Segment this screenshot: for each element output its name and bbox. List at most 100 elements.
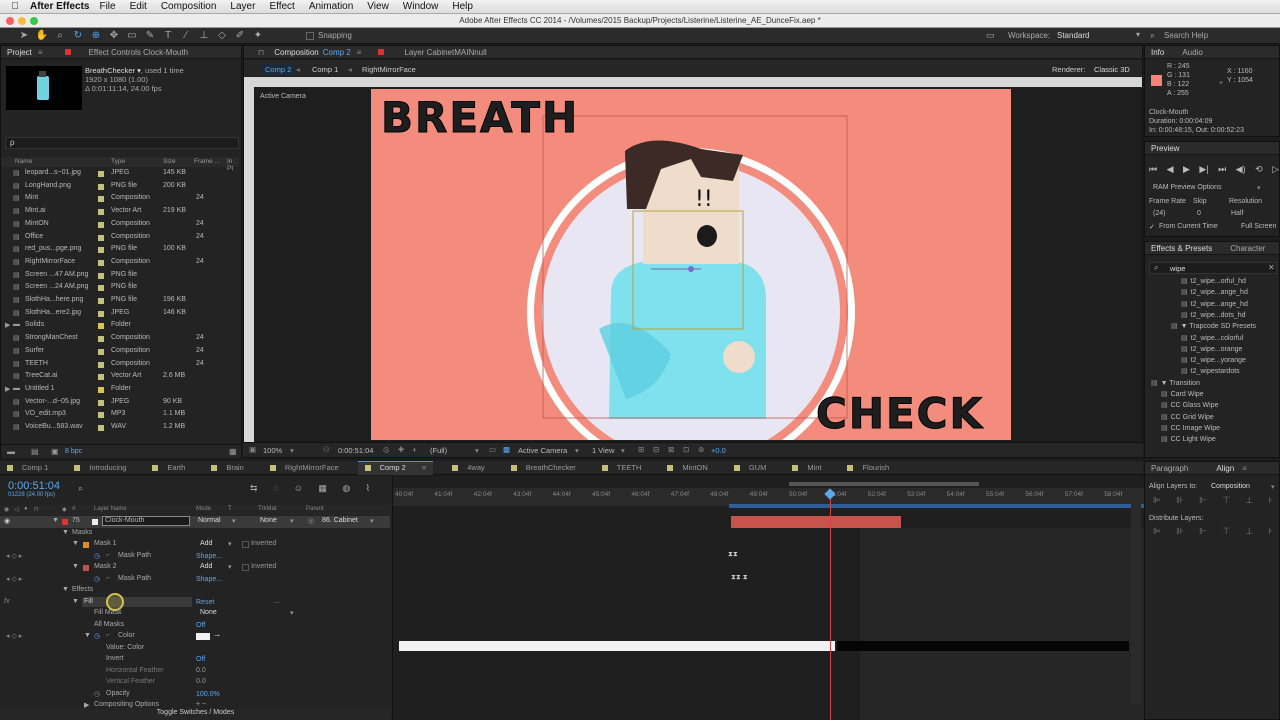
project-item-name[interactable]: BreathChecker ▾ — [85, 66, 141, 75]
label-color[interactable] — [98, 298, 104, 304]
comp-tab[interactable]: Earth — [145, 461, 192, 475]
disclosure-triangle-icon[interactable]: ▶ — [5, 385, 10, 393]
breadcrumb-comp-2[interactable]: Comp 2 — [262, 64, 295, 75]
menu-window[interactable]: Window — [403, 1, 439, 12]
column-size[interactable]: Size — [163, 158, 176, 165]
label-color[interactable] — [98, 399, 104, 406]
puppet-pin-tool-icon[interactable]: ✦ — [250, 29, 266, 43]
work-area-bar[interactable] — [789, 482, 979, 486]
label-color[interactable] — [98, 247, 104, 254]
effects-list-item[interactable]: ▤ ▼ Trapcode SD Presets — [1171, 322, 1256, 330]
comp-tab[interactable]: 4way — [445, 461, 492, 475]
v-feather-value[interactable]: 0.0 — [196, 678, 206, 685]
column-type[interactable]: Type — [111, 158, 125, 165]
comp-tab[interactable]: Comp 2 ≡ — [357, 460, 434, 475]
menu-edit[interactable]: Edit — [130, 1, 147, 12]
comp-tab[interactable]: Brain — [204, 461, 251, 475]
timeline-track-area[interactable]: 40:04f 41:04f 42:04f 43:04f 44:04f 45:04f 46:0… — [392, 476, 1144, 720]
snapping-checkbox[interactable] — [306, 31, 314, 40]
layer-parent-select[interactable]: 86. Cabinet — [322, 517, 358, 524]
shy-icon[interactable]: ☺ — [294, 483, 303, 494]
mask2-inverted-checkbox[interactable] — [242, 564, 249, 571]
project-item-row[interactable]: ▤ RightMirrorFace Composition 24 — [1, 257, 237, 270]
zoom-tool-icon[interactable]: ⌕ — [52, 29, 68, 43]
fill-effect-name[interactable]: Fill — [84, 598, 93, 605]
label-color[interactable] — [98, 425, 104, 431]
next-frame-icon[interactable]: ▶| — [1199, 164, 1208, 175]
project-item-row[interactable]: ▶ ▬ Untitled 1 Folder — [1, 384, 237, 397]
tab-composition-name[interactable]: Comp 2 — [323, 48, 351, 57]
comp-tab[interactable]: Comp 1 — [0, 461, 55, 475]
panel-menu-icon[interactable]: ≡ — [38, 48, 43, 57]
align-vcenter-icon[interactable]: ⊥ — [1245, 495, 1253, 506]
brush-tool-icon[interactable]: ⁄ — [178, 29, 194, 43]
type-tool-icon[interactable]: T — [160, 29, 176, 43]
layer-trkmat-select[interactable]: None — [260, 517, 277, 524]
workspace-icon[interactable]: ▭ — [986, 30, 995, 41]
resolution-select[interactable]: Half — [1231, 210, 1243, 217]
label-color[interactable] — [98, 272, 104, 279]
zoom-window-button[interactable] — [30, 17, 38, 25]
layer-row[interactable]: ◉ ▼ 75 Clock-Mouth Normal ▾ None ▾ ◎ 86.… — [0, 516, 390, 528]
minimize-window-button[interactable] — [18, 17, 26, 25]
ram-preview-options[interactable]: RAM Preview Options — [1153, 184, 1221, 191]
chevron-down-icon[interactable]: ▾ — [1257, 184, 1261, 192]
mask1-color[interactable] — [83, 542, 89, 548]
eyedropper-icon[interactable]: ⇀ — [214, 632, 220, 640]
tab-effect-controls[interactable]: Effect Controls Clock-Mouth — [89, 48, 188, 57]
loop-icon[interactable]: ⟲ — [1255, 164, 1263, 175]
camera-snapshot-icon[interactable]: ◎ — [383, 445, 390, 454]
panel-menu-icon[interactable]: ≡ — [1242, 464, 1247, 473]
lock-icon[interactable]: ⊓ — [258, 48, 264, 57]
tab-paragraph[interactable]: Paragraph — [1151, 464, 1188, 473]
distribute-left-icon[interactable]: ⊤ — [1222, 526, 1230, 537]
label-color[interactable] — [98, 234, 104, 241]
mask1-inverted-checkbox[interactable] — [242, 541, 249, 548]
mask2-mode-select[interactable]: Add — [200, 563, 212, 570]
stopwatch-icon[interactable]: ◷ — [94, 575, 100, 583]
always-preview-icon[interactable]: ▣ — [249, 445, 256, 454]
distribute-bottom-icon[interactable]: ⊩ — [1199, 526, 1207, 537]
current-time-display[interactable]: 0:00:51:04 — [338, 446, 373, 455]
fast-previews-icon[interactable]: ⊟ — [653, 445, 659, 454]
search-help-input[interactable]: Search Help — [1164, 31, 1208, 40]
motion-blur-icon[interactable]: ◍ — [342, 483, 350, 494]
compositing-options[interactable]: Compositing Options — [94, 701, 159, 708]
effects-list-item[interactable]: ▤ t2_wipe...ange_hd — [1181, 288, 1248, 296]
mask2-color[interactable] — [83, 565, 89, 571]
label-color[interactable] — [98, 285, 104, 292]
align-bottom-icon[interactable]: ⊦ — [1268, 495, 1273, 506]
color-icon[interactable]: ◐ — [413, 445, 418, 454]
column-layer-name[interactable]: Layer Name — [94, 506, 127, 512]
label-color[interactable] — [98, 221, 104, 228]
project-item-row[interactable]: ▤ VoiceBu...583.wav WAV 1.2 MB — [1, 422, 237, 435]
rectangle-tool-icon[interactable]: ▭ — [124, 29, 140, 43]
align-top-icon[interactable]: ⊤ — [1222, 495, 1230, 506]
from-current-checkbox[interactable]: ✓ — [1149, 223, 1155, 231]
project-item-row[interactable]: ▶ ▬ Solids Folder — [1, 320, 237, 333]
comp-tab[interactable]: GUM — [727, 461, 774, 475]
effects-list-item[interactable]: ▤ t2_wipe...orful_hd — [1181, 277, 1246, 285]
full-screen-label[interactable]: Full Screen — [1241, 223, 1276, 230]
project-item-row[interactable]: ▤ Mint Composition 24 — [1, 193, 237, 206]
visibility-eye-icon[interactable]: ◉ — [4, 517, 10, 525]
mask1-name[interactable]: Mask 1 — [94, 540, 117, 547]
tab-layer[interactable]: Layer CabinetMAINnull — [404, 48, 486, 57]
tab-audio[interactable]: Audio — [1182, 48, 1202, 57]
effects-list-item[interactable]: ▤ CC Light Wipe — [1161, 435, 1216, 443]
tab-project[interactable]: Project — [7, 48, 32, 57]
frame-rate-select[interactable]: (24) — [1153, 210, 1165, 217]
effects-list-item[interactable]: ▤ CC Glass Wipe — [1161, 401, 1218, 409]
delete-icon[interactable]: ▦ — [229, 447, 237, 456]
keyframe-nav-icon[interactable]: ◂ ◇ ▸ — [6, 575, 22, 583]
timeline-timecode[interactable]: 0:00:51:04 — [8, 480, 60, 492]
clone-stamp-tool-icon[interactable]: ⊥ — [196, 29, 212, 43]
tab-align[interactable]: Align — [1216, 464, 1234, 473]
label-color[interactable] — [98, 348, 104, 355]
label-color[interactable] — [98, 183, 104, 190]
camera-tool-icon[interactable]: ⊕ — [88, 29, 104, 43]
effects-list-item[interactable]: ▤ t2_wipe...colorful — [1181, 334, 1243, 342]
toggle-switches-modes[interactable]: Toggle Switches / Modes — [0, 709, 391, 720]
exposure-value[interactable]: +0.0 — [711, 446, 726, 455]
chevron-down-icon[interactable]: ▾ — [1271, 483, 1275, 491]
